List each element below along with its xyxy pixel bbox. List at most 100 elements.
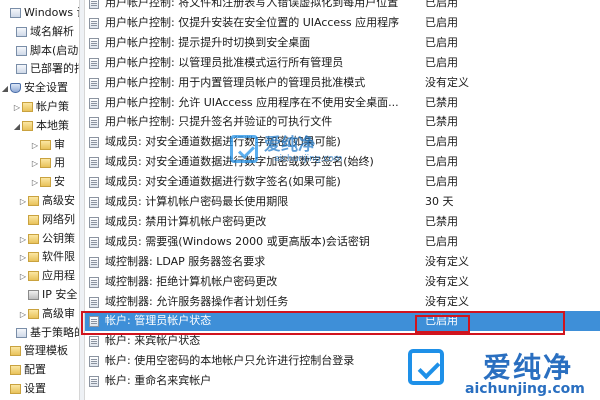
expander-arrow-icon[interactable]: ▷ [30, 137, 40, 155]
policy-icon [89, 256, 99, 268]
policy-setting: 没有定义 [425, 75, 469, 89]
policy-icon [89, 157, 99, 169]
tree-node[interactable]: ▷ 用 [30, 154, 65, 172]
tree-node-label: 应用程 [42, 269, 75, 283]
watermark-center: 爱纯净 aichunjing.com [230, 132, 350, 170]
policy-row[interactable]: 域成员: 对安全通道数据进行数字签名(如果可能) 已启用 [85, 172, 600, 192]
expander-arrow-icon[interactable]: ◢ [0, 80, 10, 98]
policy-row[interactable]: 域控制器: LDAP 服务器签名要求 没有定义 [85, 252, 600, 272]
policy-name: 用户帐户控制: 仅提升安装在安全位置的 UIAccess 应用程序 [105, 15, 400, 29]
tree-node[interactable]: ◢ 安全设置 [0, 79, 68, 97]
tree-node[interactable]: 域名解析 [6, 23, 74, 41]
tree-node[interactable]: ▷ 安 [30, 173, 65, 191]
expander-arrow-icon[interactable]: ▷ [12, 99, 22, 117]
policy-row[interactable]: 用户帐户控制: 只提升签名并验证的可执行文件 已禁用 [85, 112, 600, 132]
doc-icon [16, 26, 27, 37]
policy-icon [89, 177, 99, 189]
tree-node[interactable]: 设置 [0, 380, 46, 398]
policy-icon [89, 276, 99, 288]
folder-icon [22, 120, 33, 131]
policy-setting: 没有定义 [425, 254, 469, 268]
tree-node[interactable]: 脚本(启动 [6, 42, 78, 60]
tree-node[interactable]: ◢ 本地策 [12, 117, 69, 135]
tree-node[interactable]: 配置 [0, 361, 46, 379]
policy-icon [89, 137, 99, 149]
policy-icon [89, 97, 99, 109]
policy-row[interactable]: 用户帐户控制: 将文件和注册表写入错误虚拟化到每用户位置 已启用 [85, 0, 600, 13]
expander-arrow-icon[interactable]: ▷ [18, 268, 28, 286]
watermark-center-brand: 爱纯净 [264, 135, 315, 155]
policy-setting: 30 天 [425, 195, 454, 208]
tree-node-label: 基于策略的 [30, 325, 80, 339]
policy-row[interactable]: 域成员: 计算机帐户密码最长使用期限 30 天 [85, 192, 600, 212]
policy-icon [89, 57, 99, 69]
policy-row[interactable]: 域控制器: 允许服务器操作者计划任务 没有定义 [85, 292, 600, 312]
folder-icon [40, 177, 51, 188]
expander-arrow-icon[interactable]: ▷ [30, 155, 40, 173]
policy-row[interactable]: 域控制器: 拒绝计算机帐户密码更改 没有定义 [85, 272, 600, 292]
tree-node[interactable]: IP 安全 [18, 286, 77, 304]
policy-row[interactable]: 域成员: 需要强(Windows 2000 或更高版本)会话密钥 已启用 [85, 232, 600, 252]
policy-setting: 已启用 [425, 15, 458, 29]
folder-icon [10, 346, 21, 357]
folder-icon [28, 271, 39, 282]
folder-icon [28, 233, 39, 244]
folder-icon [10, 384, 21, 394]
policy-setting: 没有定义 [425, 274, 469, 288]
folder-icon [28, 214, 39, 225]
tree-node[interactable]: ▷ 应用程 [18, 267, 75, 285]
policy-row[interactable]: 用户帐户控制: 用于内置管理员帐户的管理员批准模式 没有定义 [85, 73, 600, 93]
expander-arrow-icon[interactable]: ▷ [30, 174, 40, 192]
policy-name: 域成员: 计算机帐户密码最长使用期限 [105, 195, 289, 208]
shield-icon [10, 83, 21, 94]
tree-node[interactable]: 网络列 [18, 211, 75, 229]
lock-icon [28, 290, 39, 300]
policy-row[interactable]: 域成员: 禁用计算机帐户密码更改 已禁用 [85, 212, 600, 232]
policy-name: 帐户: 使用空密码的本地帐户只允许进行控制台登录 [105, 354, 355, 368]
policy-name: 用户帐户控制: 允许 UIAccess 应用程序在不使用安全桌面... [105, 95, 399, 109]
watermark-corner-brand: 爱纯净 [483, 351, 574, 384]
policy-name: 用户帐户控制: 提示提升时切换到安全桌面 [105, 35, 311, 49]
policy-name: 域成员: 禁用计算机帐户密码更改 [105, 214, 267, 228]
expander-arrow-icon[interactable]: ▷ [18, 193, 28, 211]
watermark-corner-url: aichunjing.com [465, 381, 585, 397]
watermark-center-sub: aichunjing.com [274, 154, 343, 164]
expander-arrow-icon[interactable]: ◢ [12, 118, 22, 136]
tree-node-label: 脚本(启动 [30, 43, 79, 57]
tree-node[interactable]: 管理模板 [0, 342, 68, 360]
tree-node[interactable]: 已部署的打 [6, 60, 79, 78]
tree-node[interactable]: ▷ 软件限 [18, 248, 75, 266]
tree-node[interactable]: ▷ 高级安 [18, 192, 75, 210]
tree-node[interactable]: ▷ 高级审 [18, 305, 75, 323]
folder-icon [28, 252, 39, 263]
watermark-logo-icon [408, 349, 444, 385]
tree-node[interactable]: ▷ 审 [30, 136, 65, 154]
policy-setting: 已启用 [425, 135, 458, 149]
expander-arrow-icon[interactable]: ▷ [18, 249, 28, 267]
expander-arrow-icon[interactable]: ▷ [18, 231, 28, 249]
tree-node[interactable]: 基于策略的 [6, 324, 80, 342]
expander-arrow-icon[interactable]: ▷ [18, 306, 28, 324]
doc-icon [16, 45, 27, 56]
policy-icon [89, 77, 99, 89]
policy-setting: 已禁用 [425, 214, 458, 228]
policy-row[interactable]: 用户帐户控制: 以管理员批准模式运行所有管理员 已启用 [85, 53, 600, 73]
tree-node-label: 网络列 [42, 212, 75, 226]
policy-row[interactable]: 用户帐户控制: 允许 UIAccess 应用程序在不使用安全桌面... 已禁用 [85, 93, 600, 113]
policy-icon [89, 376, 99, 388]
policy-icon [89, 356, 99, 368]
tree-node-label: 高级审 [42, 306, 75, 320]
highlight-box-setting [415, 315, 470, 333]
tree-node-label: 安 [54, 175, 65, 189]
tree-node[interactable]: Windows 设 [0, 4, 79, 22]
tree-node-label: 配置 [24, 363, 46, 377]
policy-row[interactable]: 用户帐户控制: 提示提升时切换到安全桌面 已启用 [85, 33, 600, 53]
tree-node[interactable]: ▷ 帐户策 [12, 98, 69, 116]
policy-setting: 已禁用 [425, 95, 458, 109]
tree-node[interactable]: ▷ 公钥策 [18, 230, 75, 248]
policy-setting: 已禁用 [425, 115, 458, 129]
tree-node-label: 高级安 [42, 194, 75, 207]
policy-setting: 已启用 [425, 55, 458, 69]
policy-row[interactable]: 用户帐户控制: 仅提升安装在安全位置的 UIAccess 应用程序 已启用 [85, 13, 600, 33]
policy-setting: 没有定义 [425, 294, 469, 308]
